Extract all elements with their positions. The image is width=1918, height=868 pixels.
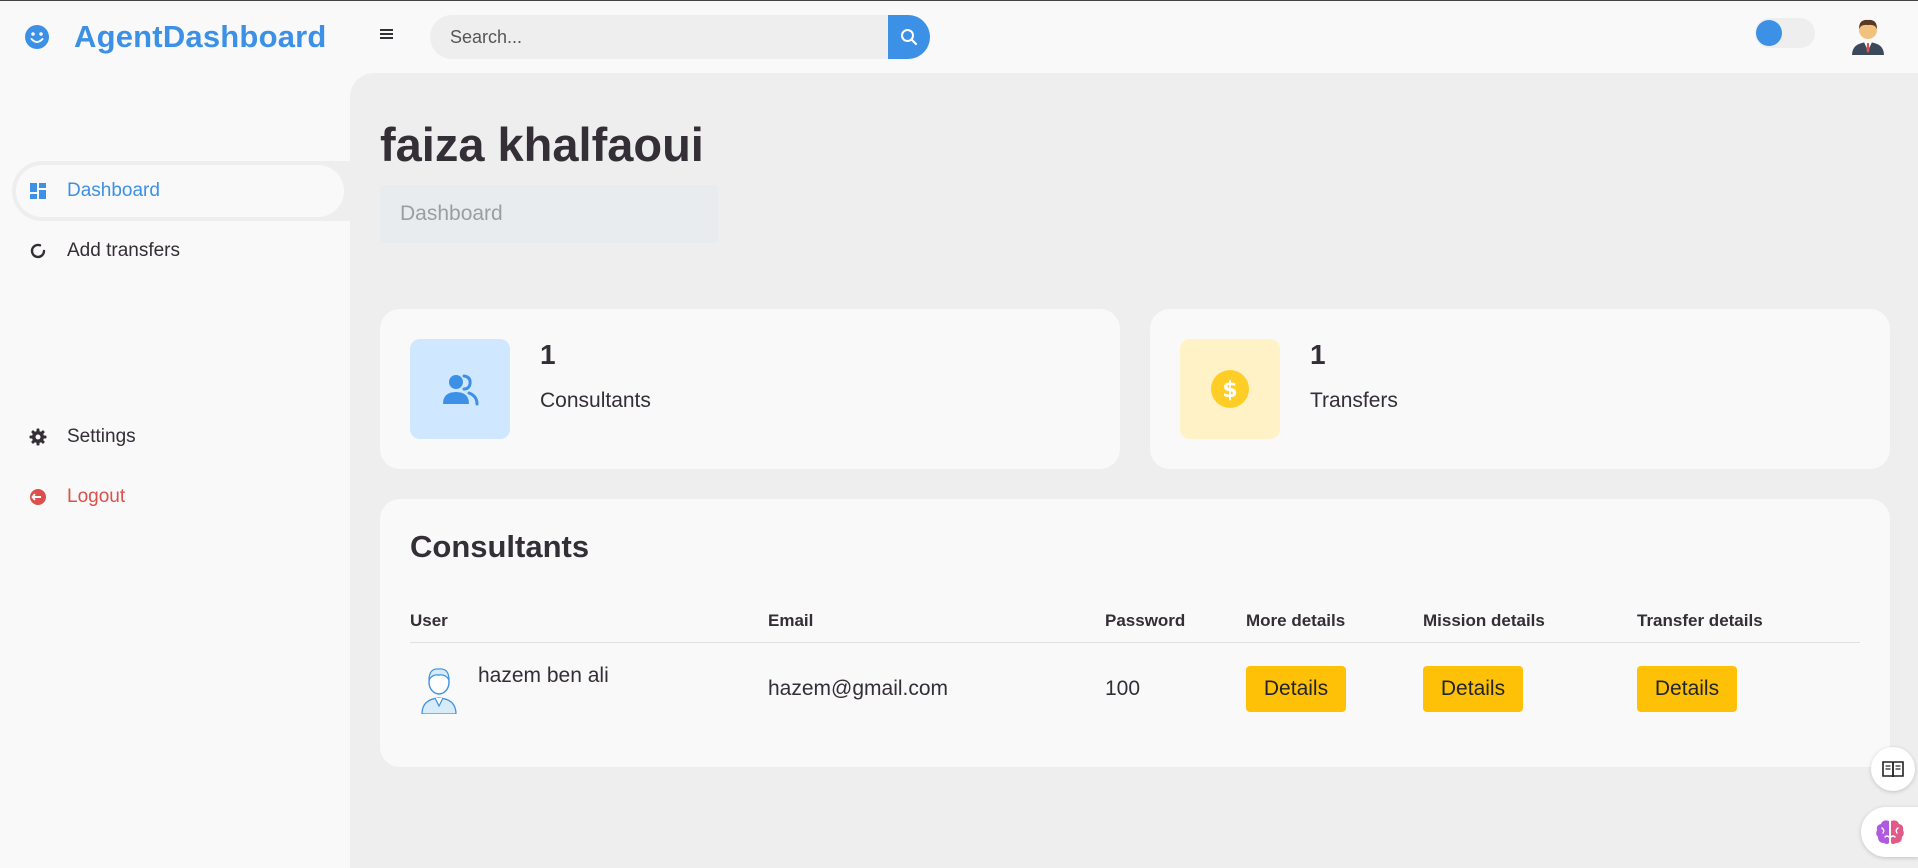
page-title: faiza khalfaoui [380, 118, 704, 171]
stat-value: 1 [540, 339, 556, 370]
logout-icon [28, 487, 48, 507]
column-header: Transfer details [1637, 611, 1763, 630]
sidebar-item-add-transfers[interactable]: Add transfers [12, 221, 350, 281]
dollar-icon: $ [1180, 339, 1280, 439]
sidebar-item-dashboard[interactable]: Dashboard [12, 161, 350, 221]
refresh-icon [28, 241, 48, 261]
transfer-details-button[interactable]: Details [1637, 666, 1737, 712]
column-header: Mission details [1423, 611, 1545, 630]
stat-card-transfers: $ 1 Transfers [1150, 309, 1890, 469]
stat-label: Transfers [1310, 389, 1398, 412]
search-icon [901, 29, 918, 46]
top-bar: AgentDashboard [0, 1, 1918, 73]
consultants-table-card: Consultants User Email Password More det… [380, 499, 1890, 767]
sidebar-item-logout[interactable]: Logout [12, 467, 350, 527]
ai-assistant-button[interactable] [1861, 807, 1918, 857]
mission-details-button[interactable]: Details [1423, 666, 1523, 712]
stat-card-consultants: 1 Consultants [380, 309, 1120, 469]
sidebar-item-settings[interactable]: Settings [12, 407, 350, 467]
smiley-icon [25, 25, 49, 49]
table-title: Consultants [410, 529, 590, 564]
search-button[interactable] [888, 15, 930, 59]
column-header: Email [768, 611, 814, 630]
profile-avatar[interactable] [1850, 15, 1886, 55]
column-header: Password [1105, 611, 1186, 630]
gear-icon [28, 427, 48, 447]
user-avatar [421, 668, 457, 714]
stat-value: 1 [1310, 339, 1326, 370]
stat-label: Consultants [540, 389, 651, 412]
user-name: hazem ben ali [478, 664, 609, 687]
sidebar: Dashboard Add transfers Settings Logout [0, 73, 350, 868]
sidebar-menu-bottom: Settings Logout [12, 407, 350, 527]
breadcrumb-item: Dashboard [400, 202, 503, 225]
theme-toggle[interactable] [1755, 18, 1815, 48]
table-row: hazem ben ali hazem@gmail.com 100 Detail… [410, 644, 1860, 734]
user-email: hazem@gmail.com [768, 677, 949, 700]
search-form [430, 15, 930, 59]
menu-toggle-icon[interactable] [380, 27, 400, 47]
sidebar-menu: Dashboard Add transfers [12, 161, 350, 281]
column-header: User [410, 611, 448, 630]
brain-icon [1876, 820, 1904, 844]
reader-mode-button[interactable] [1871, 747, 1915, 791]
sidebar-item-label: Dashboard [67, 180, 160, 201]
main-content: faiza khalfaoui Dashboard 1 Consultants … [350, 73, 1918, 868]
group-icon [410, 339, 510, 439]
search-input[interactable] [430, 15, 888, 59]
breadcrumb[interactable]: Dashboard [380, 185, 718, 243]
dashboard-icon [28, 181, 48, 201]
brand-name: AgentDashboard [74, 19, 327, 54]
brand[interactable]: AgentDashboard [24, 19, 327, 55]
app-root: AgentDashboard Search... Dashboard Add t… [0, 0, 1918, 868]
sidebar-item-label: Logout [67, 486, 126, 507]
user-password: 100 [1105, 677, 1141, 700]
sidebar-item-label: Add transfers [67, 240, 180, 261]
table-header: User Email Password More details Mission… [410, 607, 1860, 643]
svg-text:$: $ [1222, 378, 1237, 403]
book-icon [1882, 761, 1904, 778]
sidebar-item-label: Settings [67, 426, 136, 447]
column-header: More details [1246, 611, 1346, 630]
more-details-button[interactable]: Details [1246, 666, 1346, 712]
toggle-knob [1756, 20, 1782, 46]
